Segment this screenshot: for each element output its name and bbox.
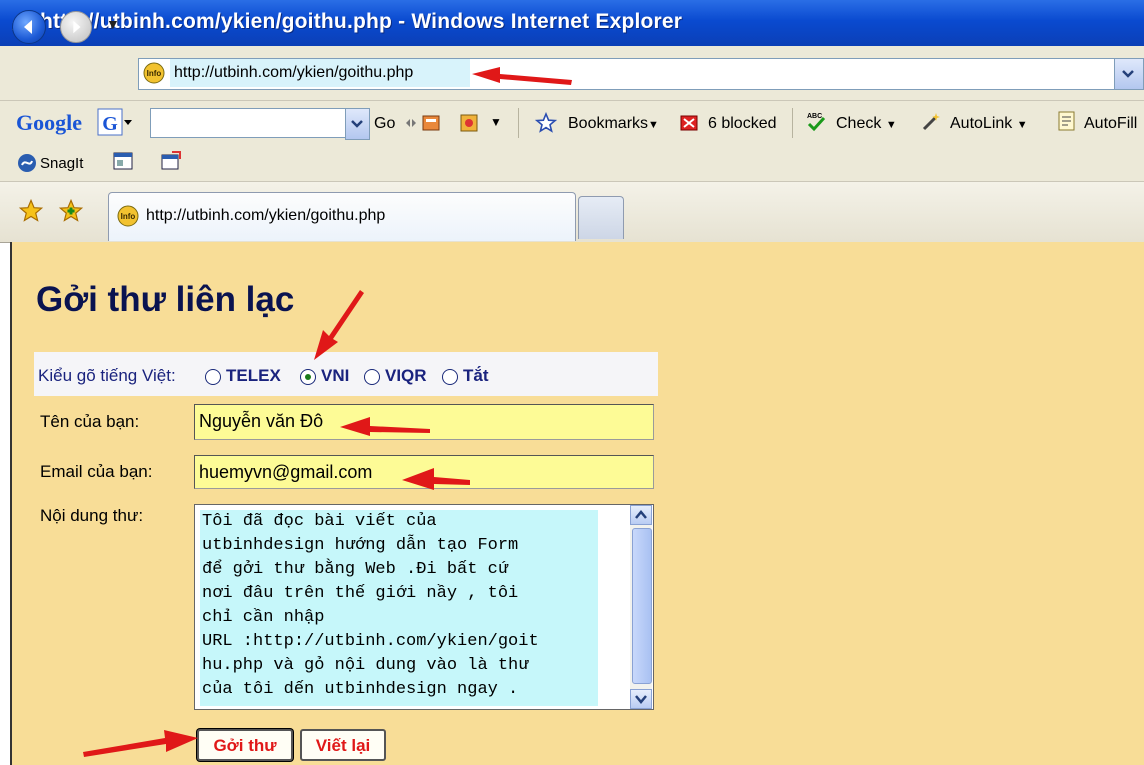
message-line: để gởi thư bằng Web .Đi bất cứ: [202, 560, 509, 579]
radio-vni-label[interactable]: VNI: [321, 366, 349, 386]
name-field[interactable]: Nguyễn văn Đô: [194, 404, 654, 440]
back-button[interactable]: [12, 10, 46, 44]
radio-telex[interactable]: [205, 369, 221, 385]
news-icon[interactable]: [420, 112, 442, 134]
go-arrow-icon: [406, 119, 416, 127]
puzzle-dropdown[interactable]: ▼: [490, 115, 502, 129]
message-line: chỉ cần nhập: [202, 608, 325, 627]
snagit-button[interactable]: SnagIt: [40, 155, 83, 172]
message-line: Tôi đã đọc bài viết của: [202, 512, 437, 531]
new-tab-button[interactable]: [578, 196, 624, 239]
popup-blocker-icon: [680, 115, 698, 131]
radio-off-label[interactable]: Tắt: [463, 366, 489, 386]
radio-viqr-label[interactable]: VIQR: [385, 366, 427, 386]
recent-pages-dropdown[interactable]: ▼: [106, 16, 120, 32]
snagit-icon: [18, 154, 36, 172]
scroll-down-button[interactable]: [630, 689, 652, 709]
svg-text:Info: Info: [147, 69, 162, 78]
name-label: Tên của bạn:: [40, 412, 140, 431]
chevron-up-icon: [635, 510, 647, 519]
add-favorite-icon[interactable]: [58, 198, 84, 224]
message-label: Nội dung thư:: [40, 506, 144, 525]
svg-text:ABC: ABC: [807, 113, 822, 120]
scroll-up-button[interactable]: [630, 505, 652, 525]
autolink-wand-icon: [922, 113, 940, 131]
capture-region-icon[interactable]: [160, 150, 182, 172]
favicon-icon: Info: [143, 62, 165, 84]
autolink-button[interactable]: AutoLink ▼: [950, 115, 1028, 133]
address-url[interactable]: http://utbinh.com/ykien/goithu.php: [174, 64, 413, 82]
google-go-button[interactable]: Go: [374, 115, 395, 133]
autofill-button[interactable]: AutoFill: [1084, 115, 1137, 133]
google-search-input[interactable]: [150, 108, 370, 138]
chevron-down-icon: [351, 120, 363, 128]
reset-button[interactable]: Viết lại: [300, 729, 386, 761]
scrollbar-thumb[interactable]: [632, 528, 652, 684]
tab-label: http://utbinh.com/ykien/goithu.php: [146, 207, 386, 224]
svg-text:G: G: [102, 113, 118, 135]
email-field[interactable]: huemyvn@gmail.com: [194, 455, 654, 489]
toolbar-separator: [518, 108, 519, 138]
svg-text:Info: Info: [121, 212, 136, 221]
forward-button[interactable]: [60, 11, 92, 43]
favorites-star-icon[interactable]: [18, 198, 44, 224]
address-dropdown-button[interactable]: [1114, 58, 1144, 90]
google-g-icon: G: [97, 108, 132, 136]
message-line: của tôi dến utbinhdesign ngay .: [202, 680, 519, 699]
favicon-icon: Info: [117, 205, 139, 227]
send-button[interactable]: Gởi thư: [197, 729, 293, 761]
forward-arrow-icon: [73, 20, 81, 34]
radio-off[interactable]: [442, 369, 458, 385]
google-logo: Google: [16, 110, 82, 135]
message-line: utbinhdesign hướng dẫn tạo Form: [202, 536, 519, 555]
radio-vni[interactable]: [300, 369, 316, 385]
back-arrow-icon: [24, 20, 32, 34]
message-line: URL :http://utbinh.com/ykien/goit: [202, 632, 539, 651]
page-title: Gởi thư liên lạc: [36, 280, 295, 319]
message-line: nơi đâu trên thế giới nầy , tôi: [202, 584, 519, 603]
message-text[interactable]: Tôi đã đọc bài viết của utbinhdesign hướ…: [200, 510, 598, 706]
message-line: hu.php và gỏ nội dung vào là thư: [202, 656, 529, 675]
popup-blocked-count[interactable]: 6 blocked: [708, 115, 777, 133]
spellcheck-icon: ABC: [807, 113, 826, 132]
bookmarks-button[interactable]: Bookmarks▼: [568, 115, 659, 133]
radio-viqr[interactable]: [364, 369, 380, 385]
input-method-label: Kiểu gõ tiếng Việt:: [38, 366, 176, 385]
star-icon: [535, 112, 557, 133]
chevron-down-icon: [635, 695, 647, 704]
chevron-down-icon: [1122, 70, 1134, 78]
google-search-dropdown[interactable]: [345, 108, 370, 140]
autofill-form-icon: [1058, 111, 1075, 131]
toolbar-separator: [792, 108, 793, 138]
check-button[interactable]: Check ▼: [836, 115, 897, 133]
puzzle-icon[interactable]: [458, 112, 480, 134]
radio-telex-label[interactable]: TELEX: [226, 366, 281, 386]
google-menu-button[interactable]: G: [97, 108, 133, 136]
capture-window-icon[interactable]: [112, 150, 134, 172]
email-label: Email của bạn:: [40, 462, 153, 481]
window-title-bar[interactable]: http://utbinh.com/ykien/goithu.php - Win…: [0, 0, 1144, 46]
window-title: http://utbinh.com/ykien/goithu.php - Win…: [40, 10, 683, 33]
